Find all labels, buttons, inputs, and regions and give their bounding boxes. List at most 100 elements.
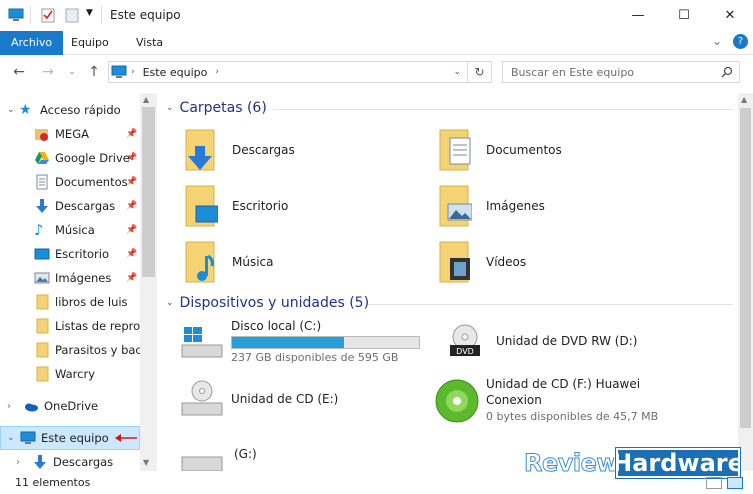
desktop-folder-icon	[185, 185, 218, 227]
close-button[interactable]: ✕	[707, 0, 753, 31]
nav-item-folder[interactable]: Parasitos y bacte	[0, 338, 140, 362]
drive-tile-c[interactable]: Disco local (C:) 237 GB disponibles de 5…	[180, 319, 420, 364]
nav-item-folder[interactable]: libros de luis	[0, 290, 140, 314]
search-icon[interactable]	[721, 66, 733, 78]
nav-item-escritorio[interactable]: Escritorio 📌	[0, 242, 140, 266]
back-button[interactable]: ←	[9, 62, 29, 82]
nav-quick-access[interactable]: ⌄ ★ Acceso rápido	[0, 98, 140, 122]
watermark-review: Review	[523, 449, 619, 478]
tile-label: Unidad de CD (E:)	[231, 392, 339, 406]
chevron-right-icon[interactable]: ›	[7, 401, 23, 412]
address-bar[interactable]: › Este equipo › ⌄	[108, 61, 468, 83]
tile-label: Imágenes	[486, 199, 545, 213]
tile-label: Vídeos	[486, 255, 527, 269]
tile-label: (G:)	[234, 447, 257, 461]
breadcrumb-separator-icon[interactable]: ›	[215, 67, 219, 77]
computer-icon[interactable]	[8, 7, 24, 23]
chevron-down-icon[interactable]: ⌄	[166, 103, 174, 113]
scroll-up-icon[interactable]: ▲	[741, 95, 747, 104]
drive-free-space: 0 bytes disponibles de 45,7 MB	[486, 410, 659, 423]
pin-icon[interactable]: 📌	[126, 129, 137, 139]
search-input[interactable]: Buscar en Este equipo	[502, 61, 740, 83]
chevron-down-icon[interactable]: ⌄	[7, 105, 19, 115]
drive-tile-d[interactable]: DVD Unidad de DVD RW (D:)	[448, 323, 637, 359]
content-scrollbar-thumb[interactable]	[740, 108, 751, 428]
star-icon: ★	[19, 102, 32, 118]
pin-icon[interactable]: 📌	[126, 249, 137, 259]
documents-folder-icon	[439, 129, 471, 171]
download-arrow-icon	[36, 199, 48, 213]
expand-ribbon-icon[interactable]: ⌄	[712, 34, 722, 48]
pin-icon[interactable]: 📌	[126, 225, 137, 235]
nav-label: Google Drive	[55, 151, 130, 165]
folders-group-header[interactable]: ⌄ Carpetas (6)	[166, 100, 267, 116]
maximize-button[interactable]: ☐	[661, 0, 707, 31]
folder-tile-escritorio[interactable]: Escritorio	[182, 184, 288, 228]
nav-item-descargas[interactable]: Descargas 📌	[0, 194, 140, 218]
nav-label: Descargas	[53, 455, 114, 469]
customize-toolbar-icon[interactable]: ▼	[86, 8, 93, 18]
large-icons-view-icon[interactable]	[727, 477, 743, 489]
nav-item-mega[interactable]: MEGA 📌	[0, 122, 140, 146]
nav-item-folder[interactable]: Listas de reprodu	[0, 314, 140, 338]
divider	[30, 6, 31, 24]
computer-icon	[111, 65, 127, 78]
nav-label: Listas de reprodu	[55, 319, 140, 333]
nav-label: Este equipo	[41, 431, 109, 445]
mega-icon	[35, 129, 48, 141]
pin-icon[interactable]: 📌	[126, 273, 137, 283]
pin-icon[interactable]: 📌	[126, 201, 137, 211]
tab-vista[interactable]: Vista	[125, 31, 174, 55]
breadcrumb-separator-icon[interactable]: ›	[131, 67, 135, 77]
nav-this-pc[interactable]: ⌄ Este equipo	[0, 426, 140, 450]
tile-label: Música	[232, 255, 274, 269]
help-icon[interactable]: ?	[733, 34, 748, 49]
tile-label: Unidad de DVD RW (D:)	[496, 334, 638, 348]
devices-group-header[interactable]: ⌄ Dispositivos y unidades (5)	[166, 295, 369, 311]
nav-label: Música	[55, 223, 95, 237]
new-folder-icon[interactable]	[64, 7, 80, 23]
tab-equipo[interactable]: Equipo	[60, 31, 120, 55]
nav-scrollbar-thumb[interactable]	[142, 107, 155, 277]
drive-tile-f[interactable]: Unidad de CD (F:) Huawei Conexion 0 byte…	[434, 376, 661, 424]
chevron-right-icon[interactable]: ›	[16, 457, 32, 468]
minimize-button[interactable]: —	[615, 0, 661, 31]
details-view-icon[interactable]	[706, 477, 722, 489]
refresh-button[interactable]: ↻	[468, 61, 492, 83]
scroll-up-icon[interactable]: ▲	[143, 95, 149, 104]
drive-tile-g[interactable]: (G:)	[180, 447, 257, 471]
properties-icon[interactable]	[40, 7, 56, 23]
download-arrow-icon	[34, 455, 46, 469]
downloads-folder-icon	[185, 129, 215, 171]
nav-onedrive[interactable]: › OneDrive	[0, 394, 140, 418]
pin-icon[interactable]: 📌	[126, 153, 137, 163]
address-dropdown-icon[interactable]: ⌄	[453, 67, 461, 77]
folder-tile-videos[interactable]: Vídeos	[436, 240, 526, 284]
recent-locations-icon[interactable]: ⌄	[62, 62, 82, 82]
nav-item-google-drive[interactable]: Google Drive 📌	[0, 146, 140, 170]
chevron-down-icon[interactable]: ⌄	[166, 298, 174, 308]
nav-item-musica[interactable]: ♪ Música 📌	[0, 218, 140, 242]
navigation-pane: ⌄ ★ Acceso rápido MEGA 📌 Google Drive 📌 …	[0, 93, 157, 471]
nav-item-folder[interactable]: Warcry	[0, 362, 140, 386]
chevron-down-icon[interactable]: ⌄	[7, 433, 20, 443]
nav-item-imagenes[interactable]: Imágenes 📌	[0, 266, 140, 290]
folder-tile-documentos[interactable]: Documentos	[436, 128, 562, 172]
pictures-icon	[34, 272, 50, 284]
breadcrumb[interactable]: Este equipo	[143, 66, 208, 79]
folder-tile-musica[interactable]: Música	[182, 240, 274, 284]
nav-item-documentos[interactable]: Documentos 📌	[0, 170, 140, 194]
google-drive-icon	[35, 152, 49, 164]
tab-archivo[interactable]: Archivo	[0, 31, 64, 55]
scroll-down-icon[interactable]: ▼	[143, 458, 149, 467]
music-note-icon: ♪	[34, 221, 44, 239]
folder-tile-imagenes[interactable]: Imágenes	[436, 184, 545, 228]
item-count: 11 elementos	[15, 476, 91, 489]
up-button[interactable]: ↑	[84, 62, 104, 82]
windows-drive-icon	[181, 326, 223, 357]
pin-icon[interactable]: 📌	[126, 177, 137, 187]
drive-free-space: 237 GB disponibles de 595 GB	[231, 351, 399, 364]
folder-tile-descargas[interactable]: Descargas	[182, 128, 295, 172]
drive-tile-e[interactable]: Unidad de CD (E:)	[180, 379, 338, 419]
forward-button[interactable]: →	[38, 62, 58, 82]
